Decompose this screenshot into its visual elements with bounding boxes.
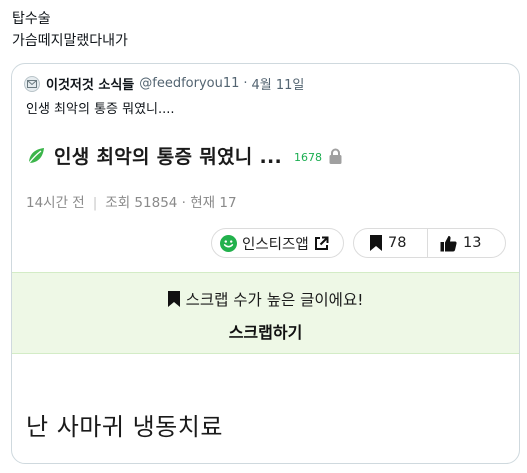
bookmark-icon xyxy=(167,291,180,307)
instiz-app-button[interactable]: 인스티즈앱 xyxy=(211,228,344,258)
meta-dot: · xyxy=(181,195,186,211)
like-button[interactable]: 13 xyxy=(428,229,481,257)
quoted-date[interactable]: 4월 11일 xyxy=(252,74,305,93)
quoted-tweet-header: 이것저것 소식들 @feedforyou11 · 4월 11일 xyxy=(24,74,304,93)
comment-count: 1678 xyxy=(294,151,323,164)
reaction-buttons: 78 13 xyxy=(353,228,506,258)
scrap-cta-button[interactable]: 스크랩하기 xyxy=(12,319,519,343)
header-separator: · xyxy=(243,76,248,91)
scrap-banner[interactable]: 스크랩 수가 높은 글이에요! 스크랩하기 xyxy=(12,272,519,354)
meta-divider: | xyxy=(92,195,98,211)
banner-message: 스크랩 수가 높은 글이에요! xyxy=(12,288,519,310)
like-count: 13 xyxy=(463,235,482,251)
smile-icon xyxy=(220,234,237,252)
tweet-line-1: 탑수술 xyxy=(12,11,51,27)
tweet-text: 탑수술 가슴떼지말랬다내가 xyxy=(12,8,128,52)
article-meta: 14시간 전 | 조회 51854 · 현재 17 xyxy=(26,191,237,211)
quoted-author-handle[interactable]: @feedforyou11 xyxy=(139,76,239,91)
scrap-button[interactable]: 78 xyxy=(354,229,427,257)
avatar-icon[interactable] xyxy=(24,75,40,92)
post-time: 14시간 전 xyxy=(26,195,85,211)
article-body-text: 난 사마귀 냉동치료 xyxy=(26,413,223,441)
quoted-tweet-card[interactable]: 이것저것 소식들 @feedforyou11 · 4월 11일 인생 최악의 통… xyxy=(11,63,520,464)
instiz-app-label: 인스티즈앱 xyxy=(242,236,309,253)
article-title-row: 인생 최악의 통증 뭐였니 ... 1678 xyxy=(26,142,343,169)
external-link-icon xyxy=(314,236,329,250)
view-count: 조회 51854 xyxy=(105,195,178,211)
bookmark-icon xyxy=(370,235,382,251)
banner-text: 스크랩 수가 높은 글이에요! xyxy=(185,291,364,309)
lock-icon xyxy=(329,148,342,164)
quoted-author-name[interactable]: 이것저것 소식들 xyxy=(46,74,134,93)
tweet-line-2: 가슴떼지말랬다내가 xyxy=(12,33,128,49)
article-title[interactable]: 인생 최악의 통증 뭐였니 ... xyxy=(54,142,282,169)
quoted-tweet-text: 인생 최악의 통증 뭐였니.... xyxy=(26,102,175,117)
leaf-icon xyxy=(28,147,44,163)
thumbs-up-icon xyxy=(440,235,457,251)
scrap-count: 78 xyxy=(388,235,407,251)
current-viewers: 현재 17 xyxy=(190,195,237,211)
